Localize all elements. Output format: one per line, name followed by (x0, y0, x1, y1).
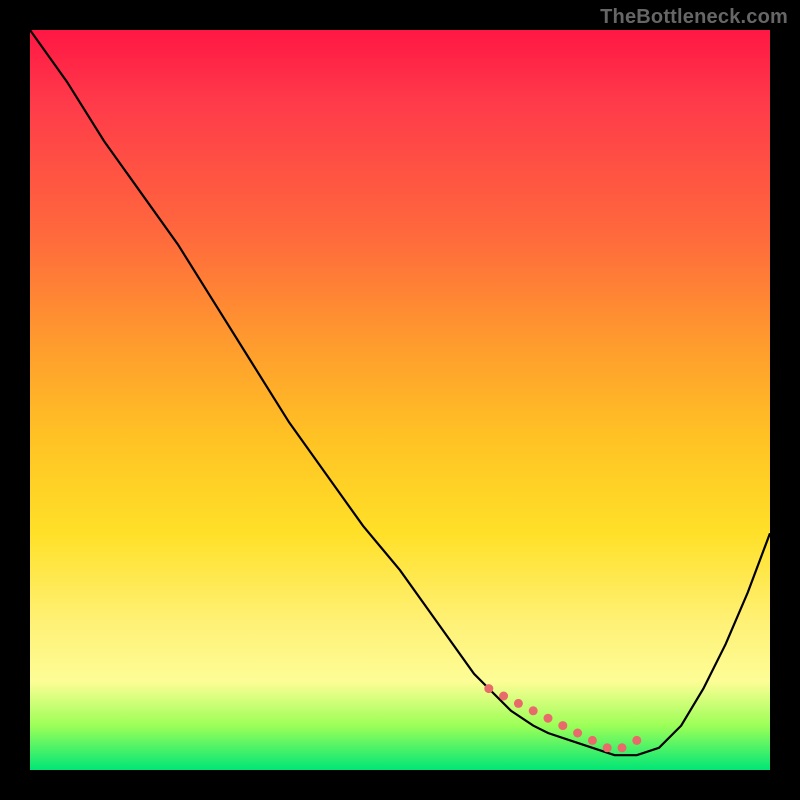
minimum-dot (618, 743, 627, 752)
minimum-dot (529, 706, 538, 715)
chart-frame: TheBottleneck.com (0, 0, 800, 800)
minimum-dot (558, 721, 567, 730)
flat-minimum-markers (484, 684, 641, 752)
minimum-dot (573, 729, 582, 738)
bottleneck-curve-path (30, 30, 770, 755)
plot-area (30, 30, 770, 770)
minimum-dot (544, 714, 553, 723)
minimum-dot (499, 692, 508, 701)
curve-svg (30, 30, 770, 770)
minimum-dot (514, 699, 523, 708)
minimum-dot (588, 736, 597, 745)
minimum-dot (484, 684, 493, 693)
minimum-dot (603, 743, 612, 752)
watermark-text: TheBottleneck.com (600, 6, 788, 29)
minimum-dot (632, 736, 641, 745)
